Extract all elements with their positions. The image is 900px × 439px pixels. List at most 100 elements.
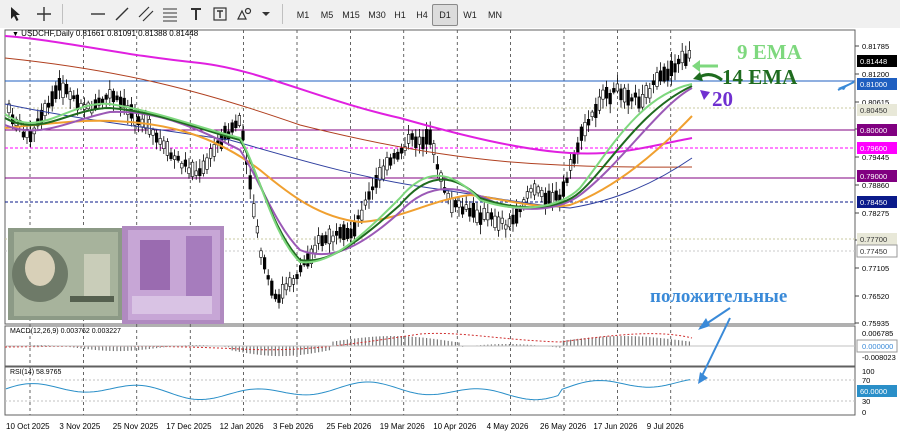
rsi-header: RSI(14) 58.9765 xyxy=(10,369,62,376)
candle-body xyxy=(388,157,393,166)
candle-body xyxy=(532,183,537,196)
candle-body xyxy=(482,208,486,220)
candle-body xyxy=(374,175,378,188)
candle-body xyxy=(212,144,216,157)
macd-bar xyxy=(613,336,615,347)
candle-body xyxy=(345,227,350,239)
candle-body xyxy=(262,257,267,270)
macd-bar xyxy=(303,346,305,355)
macd-bar xyxy=(231,346,233,351)
candle-body xyxy=(313,244,317,254)
candle-body xyxy=(684,53,688,66)
candle-body xyxy=(669,60,673,77)
candle-body xyxy=(446,193,450,200)
candle-body xyxy=(525,191,529,199)
candle-body xyxy=(187,167,191,174)
macd-bar xyxy=(649,337,651,347)
macd-bar xyxy=(415,336,417,347)
trendline-icon[interactable] xyxy=(112,4,132,24)
timeframe-d1[interactable]: D1 xyxy=(432,4,458,26)
candle-body xyxy=(252,203,256,218)
rsi-tick-label: 70 xyxy=(862,376,870,385)
candle-body xyxy=(111,90,115,103)
macd-bar xyxy=(606,336,608,347)
candle-body xyxy=(514,208,519,224)
macd-bar xyxy=(238,346,240,352)
price-tick-label: 0.76520 xyxy=(862,292,889,301)
candle-body xyxy=(255,225,260,234)
candle-body xyxy=(486,212,490,221)
candle-body xyxy=(644,85,648,98)
candle-body xyxy=(500,217,504,224)
macd-bar xyxy=(343,339,345,347)
rsi-tick-label: 30 xyxy=(862,397,870,406)
macd-bar xyxy=(678,340,680,347)
symbol-timeframe: USDCHF,Daily xyxy=(21,29,74,38)
chf-banknote-image xyxy=(122,226,224,324)
macd-bar xyxy=(670,339,672,347)
candle-body xyxy=(147,119,152,135)
candle-body xyxy=(46,102,51,108)
macd-bar xyxy=(292,346,294,356)
macd-bar xyxy=(418,337,420,347)
price-tick-label: 0.77105 xyxy=(862,264,889,273)
label-icon[interactable] xyxy=(210,4,230,24)
candle-body xyxy=(579,126,583,141)
macd-bar xyxy=(588,337,590,347)
price-tick-label: 0.81785 xyxy=(862,42,889,51)
macd-bar xyxy=(685,341,687,347)
macd-bar xyxy=(602,336,604,347)
macd-bar xyxy=(235,346,237,352)
candle-body xyxy=(295,274,299,279)
price-tick-label: 0.78275 xyxy=(862,209,889,218)
macd-tick-label: 0.006785 xyxy=(862,329,893,338)
candle-body xyxy=(396,151,400,160)
macd-bar xyxy=(285,346,287,356)
candle-body xyxy=(183,159,188,167)
macd-bar xyxy=(120,346,122,352)
macd-bar xyxy=(404,336,406,347)
candle-body xyxy=(421,136,425,150)
candle-body xyxy=(237,115,242,126)
macd-bar xyxy=(274,346,276,357)
candle-body xyxy=(554,190,558,201)
candle-body xyxy=(54,85,58,100)
horizontal-line-icon[interactable] xyxy=(88,4,108,24)
price-tag-label: 0.79000 xyxy=(860,172,887,181)
candle-body xyxy=(540,190,544,197)
macd-bar xyxy=(296,346,298,356)
macd-bar xyxy=(642,336,644,347)
candle-body xyxy=(144,114,148,129)
macd-bar xyxy=(260,346,262,356)
text-icon[interactable] xyxy=(186,4,206,24)
cursor-icon[interactable] xyxy=(6,4,26,24)
shapes-icon[interactable] xyxy=(234,4,254,24)
candle-body xyxy=(43,103,47,116)
price-tick-label: 0.81200 xyxy=(862,70,889,79)
macd-bar xyxy=(375,336,377,347)
macd-bar xyxy=(390,336,392,347)
macd-bar xyxy=(436,339,438,347)
macd-bar xyxy=(123,346,125,352)
fibonacci-icon[interactable] xyxy=(160,4,180,24)
macd-bar xyxy=(451,341,453,347)
date-tick-label: 25 Feb 2026 xyxy=(326,422,371,431)
macd-bar xyxy=(444,340,446,347)
date-tick-label: 12 Jan 2026 xyxy=(220,422,265,431)
usd-banknote-image xyxy=(8,228,124,320)
price-tick-label: 0.78860 xyxy=(862,181,889,190)
candle-body xyxy=(316,235,321,244)
candle-body xyxy=(662,66,666,82)
price-tag-label: 0.77450 xyxy=(860,247,887,256)
shapes-dropdown-icon[interactable] xyxy=(256,4,276,24)
candle-body xyxy=(169,152,173,160)
macd-tick-label: 0.000000 xyxy=(862,342,893,351)
macd-bar xyxy=(408,336,410,347)
candle-body xyxy=(536,186,540,194)
candle-body xyxy=(543,192,547,206)
macd-bar xyxy=(609,336,611,347)
macd-bar xyxy=(289,346,291,356)
timeframe-mn[interactable]: MN xyxy=(480,4,510,26)
equidistant-channel-icon[interactable] xyxy=(136,4,156,24)
crosshair-icon[interactable] xyxy=(34,4,54,24)
